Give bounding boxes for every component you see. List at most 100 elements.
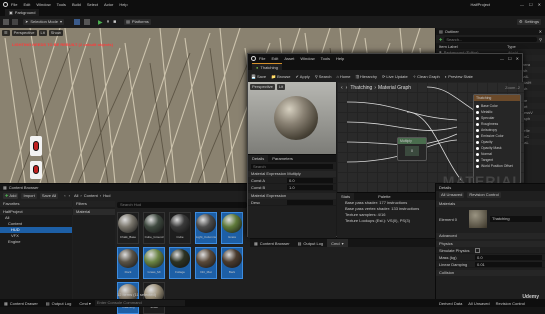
simulate-physics-checkbox[interactable]: [475, 248, 480, 253]
me-menu-window[interactable]: Window: [300, 56, 314, 61]
revision-control-button[interactable]: Revision Control: [467, 192, 501, 198]
asset-tile[interactable]: Cube: [169, 212, 191, 244]
add-icon[interactable]: ✚: [439, 37, 442, 42]
maximize-icon[interactable]: ☐: [529, 2, 533, 7]
material-dropdown[interactable]: Thatching: [490, 216, 542, 222]
const-b-input[interactable]: 1.0: [287, 185, 333, 190]
linear-damping-input[interactable]: 0.01: [475, 262, 542, 267]
me-menu-file[interactable]: File: [259, 56, 265, 61]
save-all-button[interactable]: Save All: [39, 192, 59, 199]
me-hierarchy-button[interactable]: ⇶ Hierarchy: [356, 74, 377, 79]
derived-data-button[interactable]: Derived Data: [439, 301, 462, 306]
collision-section[interactable]: Collision: [436, 270, 545, 276]
preview-lit-button[interactable]: Lit: [276, 84, 286, 90]
stats-tab[interactable]: Stats: [337, 193, 355, 200]
forward-icon[interactable]: ›: [69, 193, 70, 198]
tree-engine[interactable]: Engine: [0, 239, 72, 245]
asset-search-input[interactable]: Search Hud: [117, 202, 247, 208]
selection-mode-button[interactable]: ➤ Selection Mode ▾: [23, 19, 64, 25]
play-icon[interactable]: ▶: [98, 19, 103, 26]
menu-actor[interactable]: Actor: [104, 2, 113, 7]
pause-icon[interactable]: ⏸: [107, 19, 110, 25]
material-tab[interactable]: ● Thatching: [252, 63, 282, 70]
me-menu-edit[interactable]: Edit: [271, 56, 278, 61]
menu-tools[interactable]: Tools: [57, 2, 66, 7]
me-browse-button[interactable]: 📁 Browse: [271, 74, 290, 79]
breadcrumb-hud[interactable]: Hud: [103, 193, 110, 198]
favorites-header[interactable]: Favorites: [0, 201, 72, 207]
browse-icon[interactable]: [12, 19, 18, 25]
asset-tile[interactable]: Grass_MI: [143, 247, 165, 279]
me-live-update-button[interactable]: ⟳ Live Update: [382, 74, 408, 79]
close-icon[interactable]: ✕: [538, 2, 541, 7]
me-search-button[interactable]: ⚲ Search: [315, 74, 332, 79]
show-button[interactable]: Show: [48, 30, 63, 36]
status-all-unsaved-button[interactable]: All Unsaved: [468, 301, 489, 306]
main-material-node[interactable]: Thatching Base Color Metallic Specular Rough…: [473, 94, 521, 184]
asset-tile[interactable]: Chalk_Base: [117, 212, 139, 244]
menu-build[interactable]: Build: [72, 2, 81, 7]
menu-window[interactable]: Window: [36, 2, 50, 7]
all-unsaved-button[interactable]: All Unsaved: [439, 192, 465, 198]
me-home-button[interactable]: ⌂ Home: [336, 74, 350, 79]
multiply-node[interactable]: Multiply 0: [397, 137, 427, 161]
material-graph[interactable]: ‹ › Thatching › Material Graph Zoom -2 M…: [337, 82, 524, 192]
import-button[interactable]: Import: [21, 192, 37, 199]
material-thumbnail[interactable]: [469, 210, 487, 228]
me-menu-asset[interactable]: Asset: [284, 56, 294, 61]
platforms-button[interactable]: ▤ Platforms: [124, 19, 151, 25]
asset-tile[interactable]: Foliage: [169, 247, 191, 279]
output-log-button[interactable]: ▤ Output Log: [42, 301, 76, 306]
menu-select[interactable]: Select: [87, 2, 98, 7]
me-details-search[interactable]: Search: [251, 164, 333, 169]
outliner-search-input[interactable]: Search...: [444, 36, 538, 42]
me-minimize-icon[interactable]: —: [500, 56, 504, 61]
save-icon[interactable]: [3, 19, 9, 25]
me-details-tab[interactable]: Details: [248, 155, 269, 162]
me-apply-button[interactable]: ✔ Apply: [295, 74, 309, 79]
asset-tile[interactable]: Rock: [117, 247, 139, 279]
content-drawer-button[interactable]: ▦ Content Drawer: [0, 301, 42, 306]
cmd-button[interactable]: Cmd ▾: [75, 301, 94, 306]
preview-perspective-button[interactable]: Perspective: [250, 84, 275, 90]
console-input[interactable]: Enter Console Command: [94, 300, 185, 306]
lit-button[interactable]: Lit: [38, 30, 47, 36]
asset-tile[interactable]: Grass: [221, 212, 243, 244]
asset-tile[interactable]: Straw: [143, 282, 165, 314]
back-icon[interactable]: ‹: [64, 193, 65, 198]
me-menu-help[interactable]: Help: [336, 56, 344, 61]
details-title[interactable]: Details: [439, 185, 451, 190]
me-clean-graph-button[interactable]: ✧ Clean Graph: [413, 74, 440, 79]
me-preview-state-button[interactable]: ◐ Preview State: [445, 74, 473, 79]
menu-help[interactable]: Help: [119, 2, 127, 7]
lower-tab-output-log[interactable]: ▤ Output Log: [294, 239, 328, 247]
capture-icon-bottom[interactable]: [30, 161, 42, 179]
me-maximize-icon[interactable]: ☐: [508, 56, 512, 61]
filters-header[interactable]: Filters: [73, 201, 115, 207]
stop-icon[interactable]: ■: [113, 19, 116, 25]
breadcrumb-content[interactable]: Content: [84, 193, 98, 198]
me-save-button[interactable]: 💾 Save: [251, 74, 266, 79]
menu-edit[interactable]: Edit: [23, 2, 30, 7]
me-close-icon[interactable]: ✕: [516, 56, 519, 61]
capture-icon-top[interactable]: [30, 136, 42, 156]
col-item-label[interactable]: Item Label: [439, 44, 507, 49]
lower-tab-content-browser[interactable]: ▦ Content Browser: [250, 239, 294, 247]
status-revision-control-button[interactable]: Revision Control: [496, 301, 525, 306]
asset-tile[interactable]: Cube_Ground: [143, 212, 165, 244]
asset-tile[interactable]: Light_Columns: [195, 212, 217, 244]
mass-input[interactable]: 0.0: [475, 255, 542, 260]
asset-tile[interactable]: Thatching: [117, 282, 139, 314]
material-input-pin[interactable]: World Position Offset: [476, 163, 518, 169]
blueprint-icon[interactable]: [73, 19, 80, 25]
me-menu-tools[interactable]: Tools: [321, 56, 330, 61]
level-tab[interactable]: ▣ Parkground: [5, 9, 40, 16]
menu-file[interactable]: File: [11, 2, 17, 7]
advanced-section[interactable]: Advanced: [436, 233, 545, 239]
settings-button[interactable]: ⚙ Settings: [516, 19, 541, 25]
me-parameters-tab[interactable]: Parameters: [268, 155, 297, 162]
outliner-close-icon[interactable]: ✕: [539, 29, 542, 34]
add-button[interactable]: ✚ Add: [3, 192, 19, 199]
unreal-logo-icon[interactable]: [3, 2, 8, 7]
perspective-button[interactable]: Perspective: [11, 30, 37, 36]
